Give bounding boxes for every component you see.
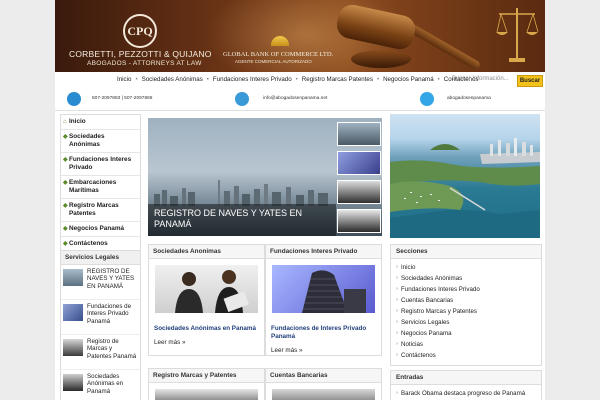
left-menu-item-sociedades[interactable]: ◆ Sociedades Anónimas <box>61 130 140 153</box>
phone-icon <box>67 92 81 106</box>
search-button[interactable]: Buscar <box>517 75 543 87</box>
firm-subtitle: ABOGADOS - ATTORNEYS AT LAW <box>87 60 202 67</box>
secciones-item[interactable]: › Noticias <box>391 339 541 350</box>
post-link[interactable]: Sociedades Anónimas en Panamá <box>154 325 262 333</box>
secciones-item[interactable]: › Sociedades Anónimas <box>391 273 541 284</box>
bank-subtitle: AGENTE COMERCIAL AUTORIZADO <box>235 59 312 64</box>
search-input[interactable]: Buscar Información... <box>452 75 516 84</box>
service-post[interactable]: Sociedades Anónimas en Panamá <box>61 370 140 400</box>
nav-item-sociedades[interactable]: Sociedades Anónimas <box>142 76 203 83</box>
post-box: Sociedades Anonimas Sociedades Anónimas … <box>148 244 265 356</box>
slider-thumb[interactable] <box>337 180 381 204</box>
skype-icon <box>420 92 434 106</box>
firm-name: CORBETTI, PEZZOTTI & QUIJANO <box>69 49 212 59</box>
secciones-item[interactable]: › Fundaciones Interes Privado <box>391 284 541 295</box>
service-thumb-image <box>63 374 83 391</box>
left-menu-item-negocios[interactable]: ◆ Negocios Panamá <box>61 222 140 237</box>
read-more-link[interactable]: Leer más » <box>154 339 186 346</box>
service-post[interactable]: REGISTRO DE NAVES Y YATES EN PANAMÁ <box>61 265 140 300</box>
post-box: Fundaciones Interes Privado Fundaciones … <box>265 244 382 356</box>
bullet-icon: ◆ <box>63 203 68 209</box>
nav-item-fundaciones[interactable]: Fundaciones Interes Privado <box>213 76 292 83</box>
city-skyline-image <box>154 180 328 206</box>
nav-item-inicio[interactable]: Inicio <box>117 76 131 83</box>
secciones-item[interactable]: › Servicios Legales <box>391 317 541 328</box>
left-menu: ⌂ Inicio ◆ Sociedades Anónimas ◆ Fundacione… <box>60 114 141 252</box>
post-image[interactable] <box>155 265 258 313</box>
read-more-link[interactable]: Leer más » <box>271 347 303 354</box>
service-thumb-image <box>63 339 83 356</box>
left-menu-item-embarcaciones[interactable]: ◆ Embarcaciones Marítimas <box>61 176 140 199</box>
service-thumb-image <box>63 269 83 286</box>
contact-bar: 507-2097883 | 507-2097866 info@abogadose… <box>55 89 545 111</box>
post-box-title: Cuentas Bancarias <box>266 369 381 383</box>
secciones-item[interactable]: › Negocios Panama <box>391 328 541 339</box>
slider-thumb[interactable] <box>337 151 381 175</box>
header-banner: CPQ CORBETTI, PEZZOTTI & QUIJANO ABOGADO… <box>55 0 545 72</box>
entradas-title: Entradas <box>391 371 541 385</box>
email-icon <box>235 92 249 106</box>
service-post[interactable]: Fundaciones de Interes Privado Panamá <box>61 300 140 335</box>
skype-name[interactable]: abogadosenpanama <box>447 96 491 101</box>
bullet-icon: ◆ <box>63 241 68 247</box>
left-menu-item-contactenos[interactable]: ◆ Contáctenos <box>61 237 140 251</box>
secciones-item[interactable]: › Cuentas Bancarias <box>391 295 541 306</box>
left-menu-item-fundaciones[interactable]: ◆ Fundaciones Interes Privado <box>61 153 140 176</box>
post-box-title: Fundaciones Interes Privado <box>266 245 381 259</box>
secciones-box: Secciones › Inicio › Sociedades Anónimas ›… <box>390 244 542 366</box>
secciones-item[interactable]: › Contáctenos <box>391 350 541 361</box>
slider-thumb[interactable] <box>337 209 381 233</box>
post-box-title: Registro Marcas y Patentes <box>149 369 264 383</box>
email-address[interactable]: info@abogadosenpanama.net <box>263 96 327 101</box>
secciones-item[interactable]: › Inicio <box>391 262 541 273</box>
bullet-icon: ◆ <box>63 226 68 232</box>
slider-thumb[interactable] <box>337 122 381 146</box>
post-image[interactable] <box>272 265 375 313</box>
bullet-icon: ◆ <box>63 134 68 140</box>
home-icon: ⌂ <box>63 119 67 125</box>
slider-caption[interactable]: REGISTRO DE NAVES Y YATES EN PANAMÁ <box>148 204 336 236</box>
aerial-city-photo <box>390 114 540 238</box>
nav-items: Inicio • Sociedades Anónimas • Fundacion… <box>117 76 479 83</box>
services-box: Servicios Legales REGISTRO DE NAVES Y YA… <box>60 250 141 400</box>
secciones-item[interactable]: › Registro Marcas y Patentes <box>391 306 541 317</box>
entradas-box: Entradas › Barack Obama destaca progreso … <box>390 370 542 400</box>
page-frame: CPQ CORBETTI, PEZZOTTI & QUIJANO ABOGADO… <box>55 0 545 400</box>
gavel-block-image <box>351 50 411 68</box>
secciones-title: Secciones <box>391 245 541 259</box>
nav-item-registro-marcas[interactable]: Registro Marcas Patentes <box>302 76 373 83</box>
featured-slider[interactable]: REGISTRO DE NAVES Y YATES EN PANAMÁ <box>148 118 382 236</box>
service-thumb-image <box>63 304 83 321</box>
left-menu-item-inicio[interactable]: ⌂ Inicio <box>61 115 140 130</box>
entradas-item[interactable]: › Barack Obama destaca progreso de Panamá <box>391 388 541 399</box>
bank-name: GLOBAL BANK OF COMMERCE LTD. <box>223 51 334 58</box>
nav-item-negocios[interactable]: Negocios Panamá <box>383 76 434 83</box>
post-image[interactable] <box>155 389 258 400</box>
phone-numbers: 507-2097883 | 507-2097866 <box>92 96 153 101</box>
services-title: Servicios Legales <box>61 251 140 265</box>
firm-logo[interactable]: CPQ <box>123 14 157 48</box>
main-nav: Inicio • Sociedades Anónimas • Fundacion… <box>55 72 545 90</box>
left-menu-item-registro-marcas[interactable]: ◆ Registro Marcas Patentes <box>61 199 140 222</box>
post-box-title: Sociedades Anonimas <box>149 245 264 259</box>
bullet-icon: ◆ <box>63 157 68 163</box>
scales-of-justice-icon <box>496 8 539 62</box>
service-post[interactable]: Registro de Marcas y Patentes Panamá <box>61 335 140 370</box>
post-link[interactable]: Fundaciones de Interes Privado Panamá <box>271 325 379 341</box>
post-box: Registro Marcas y Patentes <box>148 368 265 400</box>
bullet-icon: ◆ <box>63 180 68 186</box>
post-box: Cuentas Bancarias <box>265 368 382 400</box>
post-image[interactable] <box>272 389 375 400</box>
